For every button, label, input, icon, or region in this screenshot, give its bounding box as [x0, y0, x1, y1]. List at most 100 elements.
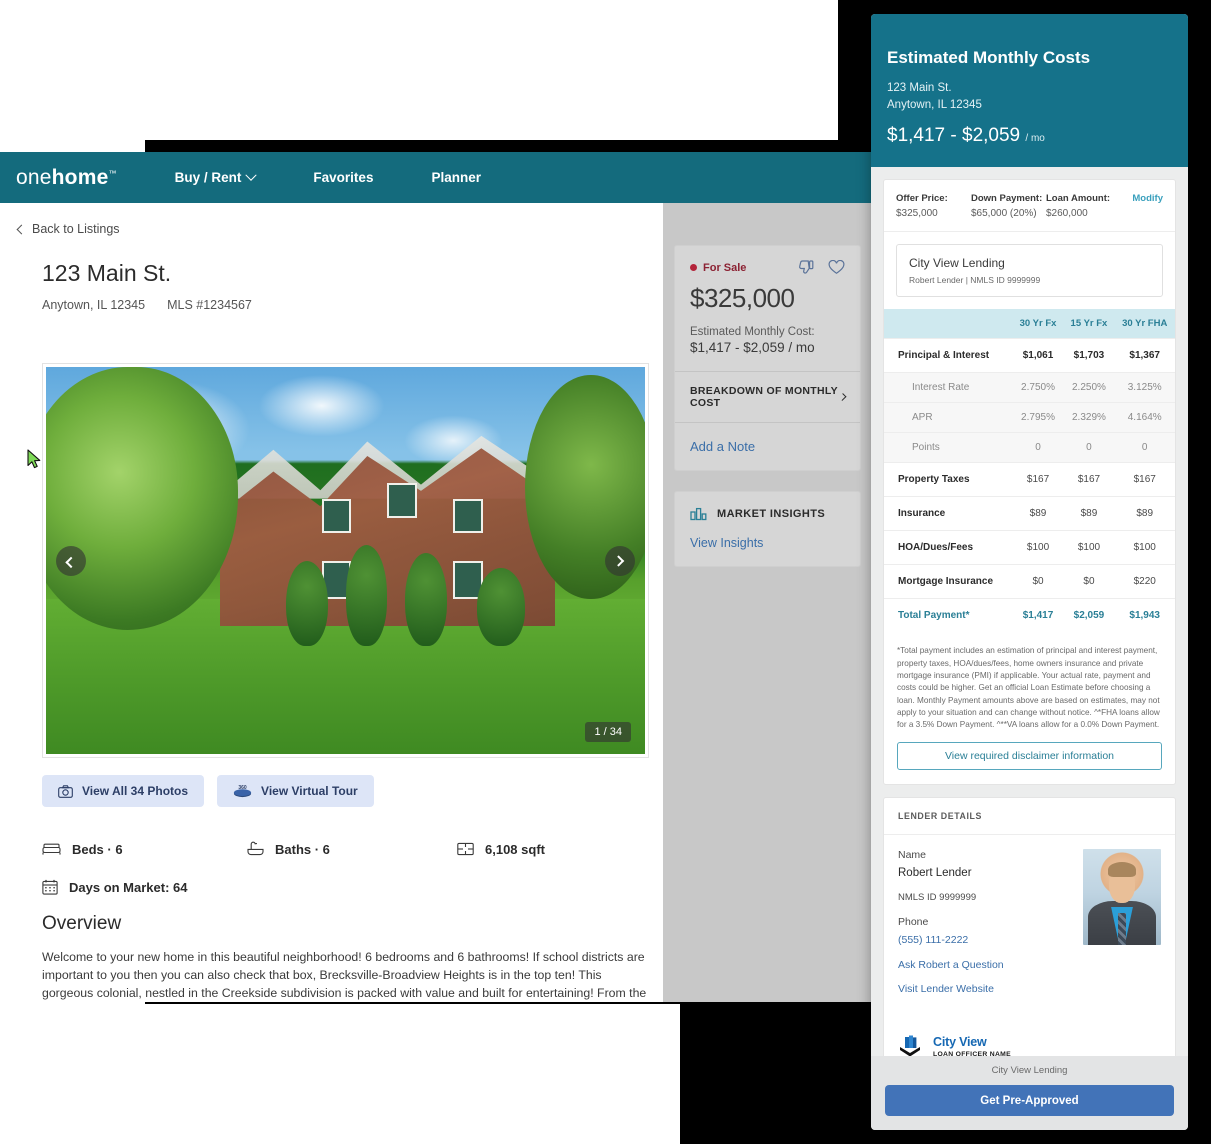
stat-beds: Beds · 6	[42, 841, 247, 857]
price-card-body: For Sale $325,000 Estimated Monthly Cost…	[675, 246, 860, 371]
estimated-monthly-cost-value: $1,417 - $2,059 / mo	[690, 340, 815, 355]
area-icon	[457, 842, 474, 856]
row-value: $167	[1012, 462, 1064, 497]
table-row: Insurance $89 $89 $89	[884, 496, 1175, 531]
table-row: Mortgage Insurance $0 $0 $220	[884, 564, 1175, 599]
lender-details-body: Name Robert Lender NMLS ID 9999999 Phone…	[884, 835, 1175, 1021]
row-label: Property Taxes	[884, 462, 1013, 497]
row-label: Principal & Interest	[884, 338, 1013, 373]
photo-tree-left	[46, 367, 238, 631]
property-stats: Beds · 6 Baths · 6 6,108 sqft Days on Ma…	[42, 841, 642, 917]
view-disclaimer-button[interactable]: View required disclaimer information	[897, 742, 1162, 771]
column-header-30yr-fha: 30 Yr FHA	[1114, 309, 1175, 339]
avatar	[1083, 849, 1161, 946]
row-value: $0	[1012, 564, 1064, 599]
thumbs-down-icon[interactable]	[797, 260, 814, 275]
top-navigation-bar: onehome™ Buy / Rent Favorites Planner	[0, 152, 872, 203]
avatar-tie	[1118, 912, 1126, 946]
panel-cost-range: $1,417 - $2,059 / mo	[887, 125, 1172, 147]
column-header-30yr-fx: 30 Yr Fx	[1012, 309, 1064, 339]
row-value: 2.750%	[1012, 372, 1064, 403]
lender-phone-value[interactable]: (555) 111-2222	[898, 934, 1075, 946]
down-payment-label: Down Payment:	[971, 193, 1043, 205]
table-header-row: 30 Yr Fx 15 Yr Fx 30 Yr FHA	[884, 309, 1175, 339]
desktop-listing-window: onehome™ Buy / Rent Favorites Planner Ba…	[0, 152, 872, 1002]
onehome-logo[interactable]: onehome™	[16, 166, 117, 190]
photo-action-buttons: View All 34 Photos 360 View Virtual Tour	[42, 775, 374, 807]
photo-shrub	[345, 545, 388, 646]
logo-text-home: home	[51, 165, 109, 189]
rate-comparison-table: 30 Yr Fx 15 Yr Fx 30 Yr FHA Principal & …	[884, 309, 1175, 633]
view-insights-link[interactable]: View Insights	[690, 536, 845, 550]
costs-card: Offer Price: $325,000 Down Payment: $65,…	[883, 179, 1176, 786]
modify-link[interactable]: Modify	[1121, 193, 1163, 219]
table-row: Principal & Interest $1,061 $1,703 $1,36…	[884, 338, 1175, 373]
row-value: $167	[1114, 462, 1175, 497]
nav-item-planner[interactable]: Planner	[431, 170, 481, 185]
rate-table-head: 30 Yr Fx 15 Yr Fx 30 Yr FHA	[884, 309, 1175, 339]
lender-name-value: Robert Lender	[898, 867, 972, 880]
overview-title: Overview	[42, 913, 122, 934]
nav-item-favorites[interactable]: Favorites	[313, 170, 373, 185]
row-value: $100	[1012, 530, 1064, 565]
view-virtual-tour-button[interactable]: 360 View Virtual Tour	[217, 775, 374, 807]
breakdown-of-monthly-cost-button[interactable]: BREAKDOWN OF MONTHLY COST	[675, 371, 860, 422]
listing-sidebar: For Sale $325,000 Estimated Monthly Cost…	[663, 203, 872, 1002]
city-view-mark-icon	[898, 1034, 924, 1056]
visit-lender-website-link[interactable]: Visit Lender Website	[898, 983, 1075, 995]
nav-item-label: Buy / Rent	[174, 170, 242, 185]
row-value: $167	[1063, 462, 1115, 497]
svg-text:360: 360	[238, 785, 247, 791]
heart-icon[interactable]	[828, 260, 845, 275]
stat-label: Beds · 6	[72, 841, 123, 857]
disclaimer-text: *Total payment includes an estimation of…	[897, 646, 1160, 730]
photo-window	[453, 498, 484, 534]
row-value: 4.164%	[1114, 402, 1175, 433]
row-value: $100	[1063, 530, 1115, 565]
view-all-photos-button[interactable]: View All 34 Photos	[42, 775, 205, 807]
lender-officer-line: Robert Lender | NMLS ID 9999999	[909, 275, 1041, 286]
rate-table-body: Principal & Interest $1,061 $1,703 $1,36…	[884, 338, 1175, 633]
purchase-params-row: Offer Price: $325,000 Down Payment: $65,…	[884, 180, 1175, 233]
lender-summary-box[interactable]: City View Lending Robert Lender | NMLS I…	[896, 244, 1163, 298]
market-insights-header: MARKET INSIGHTS	[690, 506, 845, 521]
row-value: $100	[1114, 530, 1175, 565]
panel-address: 123 Main St. Anytown, IL 12345	[887, 80, 1172, 113]
row-label: Points	[884, 432, 1013, 463]
360-icon: 360	[233, 785, 252, 798]
status-dot-icon	[690, 264, 697, 271]
carousel-next-button[interactable]	[605, 545, 635, 576]
column-header-15yr-fx: 15 Yr Fx	[1063, 309, 1115, 339]
row-label: Insurance	[884, 496, 1013, 531]
lender-details-header: LENDER DETAILS	[884, 798, 1175, 836]
chevron-left-icon	[65, 556, 77, 568]
row-value: $1,703	[1063, 338, 1115, 373]
listing-photo: 1 / 34	[46, 367, 645, 754]
reaction-icons	[797, 260, 845, 275]
photo-counter: 1 / 34	[585, 722, 631, 742]
chevron-down-icon	[245, 169, 258, 181]
bath-icon	[247, 841, 264, 856]
get-pre-approved-button[interactable]: Get Pre-Approved	[885, 1085, 1174, 1116]
ask-question-link[interactable]: Ask Robert a Question	[898, 959, 1075, 971]
down-payment-field: Down Payment: $65,000 (20%)	[971, 193, 1046, 219]
bar-chart-icon	[690, 507, 707, 521]
add-a-note-link[interactable]: Add a Note	[675, 422, 860, 470]
avatar-hair	[1107, 861, 1137, 878]
overview-text: Welcome to your new home in this beautif…	[42, 950, 647, 1000]
nav-item-buy-rent[interactable]: Buy / Rent	[174, 169, 258, 185]
estimated-monthly-costs-panel: Estimated Monthly Costs 123 Main St. Any…	[871, 14, 1188, 1130]
row-value: $2,059	[1063, 598, 1115, 633]
row-value: $220	[1114, 564, 1175, 599]
row-label: APR	[884, 402, 1013, 433]
row-value: 3.125%	[1114, 372, 1175, 403]
photo-shrub	[405, 552, 448, 646]
market-insights-label: MARKET INSIGHTS	[717, 507, 826, 520]
stat-label: Days on Market: 64	[69, 879, 188, 895]
carousel-prev-button[interactable]	[56, 545, 86, 576]
lender-details-fields: Name Robert Lender NMLS ID 9999999 Phone…	[898, 849, 1075, 1007]
logo-text-one: one	[16, 165, 52, 189]
offer-price-value: $325,000	[896, 208, 938, 220]
stat-days-on-market: Days on Market: 64	[42, 879, 188, 895]
chevron-right-icon	[612, 554, 625, 567]
